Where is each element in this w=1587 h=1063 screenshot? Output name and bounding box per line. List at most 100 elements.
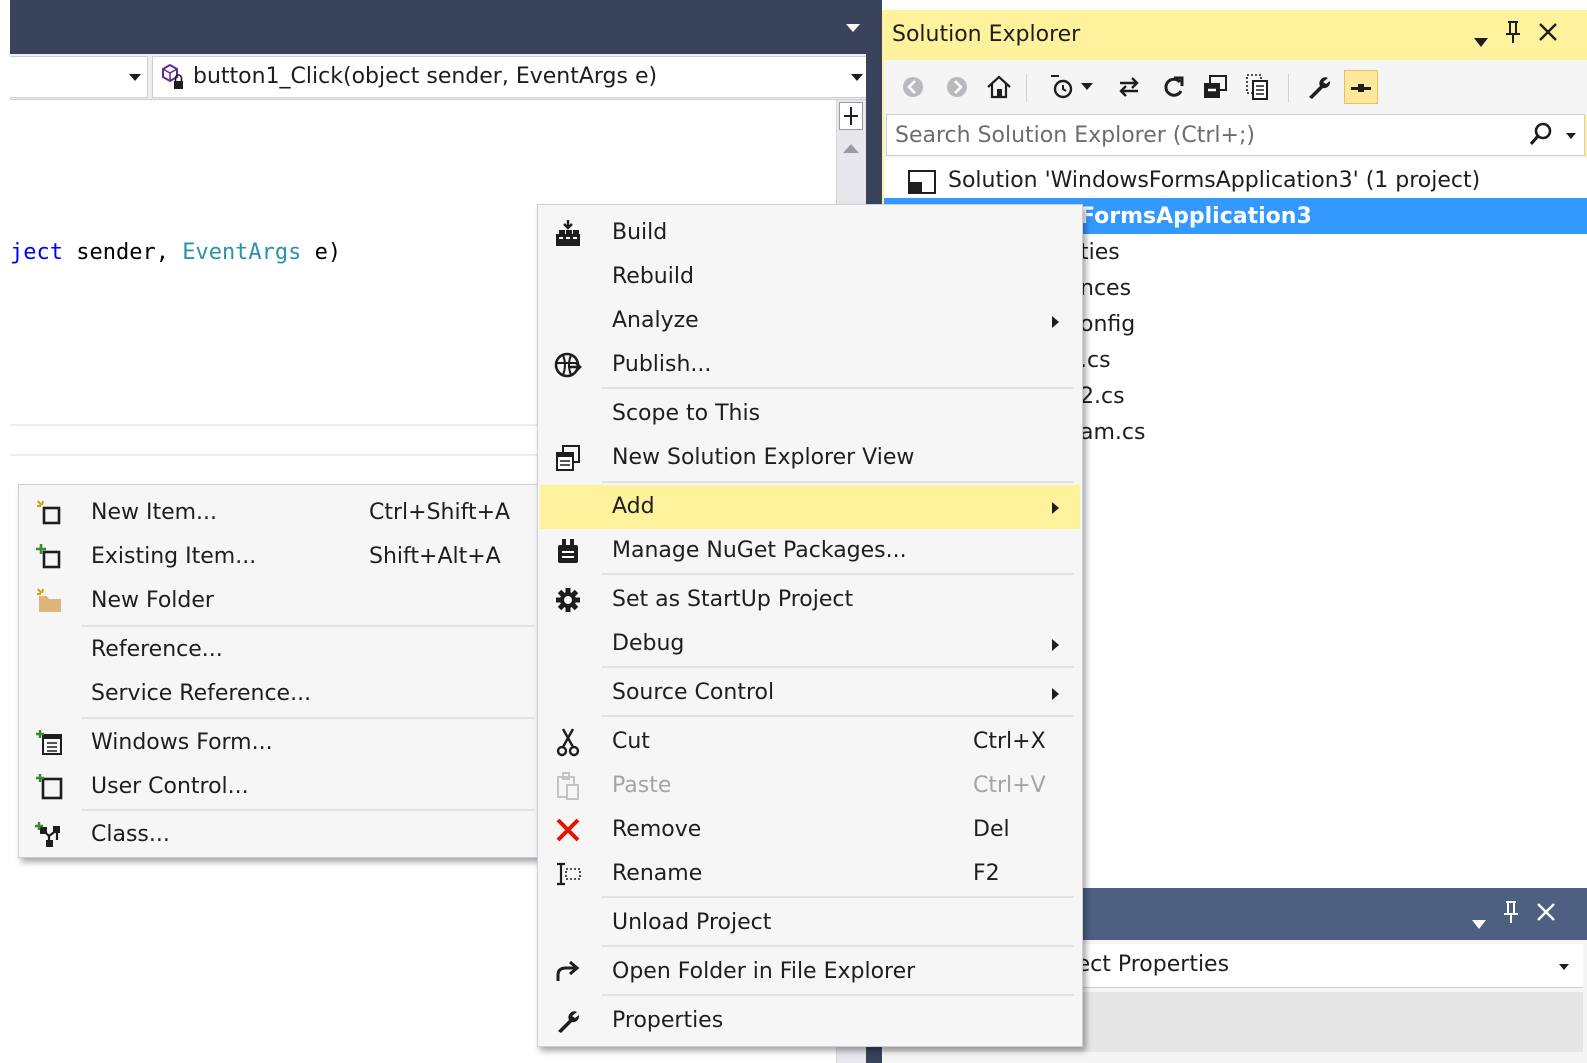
menu-item-shortcut: Del xyxy=(973,817,1010,842)
user-control-icon xyxy=(21,765,77,809)
split-window-button[interactable] xyxy=(839,102,863,130)
pin-icon[interactable] xyxy=(1502,900,1520,930)
menu-item-shortcut: Ctrl+Shift+A xyxy=(369,500,511,525)
menu-item-new-item[interactable]: New Item... Ctrl+Shift+A xyxy=(21,491,540,535)
menu-separator xyxy=(602,715,1074,717)
editor-navigation-bar: button1_Click(object sender, EventArgs e… xyxy=(10,54,872,100)
menu-item-service-reference[interactable]: Service Reference... xyxy=(21,672,540,716)
menu-item-label: Remove xyxy=(612,817,702,842)
tree-item-label: Solution 'WindowsFormsApplication3' (1 p… xyxy=(948,168,1481,193)
show-all-files-icon[interactable] xyxy=(1240,70,1274,104)
pending-changes-filter-icon[interactable] xyxy=(1046,70,1080,104)
close-icon[interactable] xyxy=(1536,900,1556,928)
forward-icon[interactable] xyxy=(940,70,974,104)
tree-item-label: onfig xyxy=(1080,312,1136,337)
scroll-up-icon[interactable] xyxy=(843,144,859,153)
menu-item-open-folder[interactable]: Open Folder in File Explorer xyxy=(540,950,1080,994)
menu-item-label: Unload Project xyxy=(612,910,772,935)
menu-separator xyxy=(81,809,535,811)
sync-icon[interactable] xyxy=(1112,70,1146,104)
menu-item-add[interactable]: Add xyxy=(540,485,1080,529)
menu-item-rename[interactable]: Rename F2 xyxy=(540,852,1080,896)
refresh-icon[interactable] xyxy=(1156,70,1190,104)
menu-item-windows-form[interactable]: Windows Form... xyxy=(21,721,540,765)
menu-item-label: Publish... xyxy=(612,352,712,377)
windows-form-icon xyxy=(21,721,77,765)
menu-item-publish[interactable]: Publish... xyxy=(540,343,1080,387)
menu-item-manage-nuget[interactable]: Manage NuGet Packages... xyxy=(540,529,1080,573)
remove-icon xyxy=(540,808,596,852)
menu-item-cut[interactable]: Cut Ctrl+X xyxy=(540,720,1080,764)
menu-item-paste[interactable]: Paste Ctrl+V xyxy=(540,764,1080,808)
toolbar-separator xyxy=(1026,74,1027,102)
menu-item-existing-item[interactable]: Existing Item... Shift+Alt+A xyxy=(21,535,540,579)
menu-item-label: Cut xyxy=(612,729,650,754)
new-view-icon xyxy=(540,436,596,480)
menu-separator xyxy=(602,896,1074,898)
solution-icon xyxy=(908,170,936,194)
back-icon[interactable] xyxy=(896,70,930,104)
chevron-down-icon[interactable] xyxy=(1559,964,1569,970)
method-icon xyxy=(162,63,183,89)
chevron-down-icon[interactable] xyxy=(851,74,863,81)
search-icon[interactable] xyxy=(1528,121,1554,153)
chevron-down-icon[interactable] xyxy=(1078,70,1096,104)
pin-icon[interactable] xyxy=(1504,20,1522,50)
menu-item-label: Add xyxy=(612,494,655,519)
menu-separator xyxy=(602,573,1074,575)
menu-item-properties[interactable]: Properties xyxy=(540,999,1080,1043)
menu-item-source-control[interactable]: Source Control xyxy=(540,671,1080,715)
menu-item-new-solution-explorer-view[interactable]: New Solution Explorer View xyxy=(540,436,1080,480)
menu-item-scope-to-this[interactable]: Scope to This xyxy=(540,392,1080,436)
menu-item-set-startup[interactable]: Set as StartUp Project xyxy=(540,578,1080,622)
menu-item-reference[interactable]: Reference... xyxy=(21,628,540,672)
menu-item-shortcut: Shift+Alt+A xyxy=(369,544,501,569)
code-text: sender, xyxy=(62,240,183,265)
menu-item-build[interactable]: Build xyxy=(540,211,1080,255)
class-combo[interactable] xyxy=(10,56,148,98)
menu-item-user-control[interactable]: User Control... xyxy=(21,765,540,809)
menu-item-debug[interactable]: Debug xyxy=(540,622,1080,666)
menu-item-analyze[interactable]: Analyze xyxy=(540,299,1080,343)
window-position-icon[interactable] xyxy=(1474,26,1488,54)
menu-item-remove[interactable]: Remove Del xyxy=(540,808,1080,852)
menu-item-new-folder[interactable]: New Folder xyxy=(21,579,540,623)
chevron-down-icon[interactable] xyxy=(129,74,141,81)
menu-separator xyxy=(602,481,1074,483)
window-position-icon[interactable] xyxy=(1472,908,1486,936)
menu-separator xyxy=(602,945,1074,947)
publish-icon xyxy=(540,343,596,387)
preview-selected-icon[interactable] xyxy=(1344,70,1378,104)
rename-icon xyxy=(540,852,596,896)
menu-item-shortcut: F2 xyxy=(973,861,1000,886)
method-combo[interactable]: button1_Click(object sender, EventArgs e… xyxy=(152,56,870,98)
tree-item-label: am.cs xyxy=(1080,420,1146,445)
close-icon[interactable] xyxy=(1538,20,1558,48)
project-context-menu: Build Rebuild Analyze Publish... Scope t… xyxy=(537,204,1083,1047)
new-folder-icon xyxy=(21,579,77,623)
tab-list-dropdown-icon[interactable] xyxy=(846,24,860,32)
tree-item-solution[interactable]: Solution 'WindowsFormsApplication3' (1 p… xyxy=(884,162,1587,198)
code-type: EventArgs xyxy=(182,240,302,265)
new-item-icon xyxy=(21,491,77,535)
menu-item-rebuild[interactable]: Rebuild xyxy=(540,255,1080,299)
code-line: ject sender, EventArgs e) xyxy=(10,240,341,265)
submenu-arrow-icon xyxy=(1052,639,1059,651)
menu-separator xyxy=(81,625,535,627)
wrench-icon xyxy=(540,999,596,1043)
tree-item-label: nces xyxy=(1080,276,1132,301)
menu-item-label: Scope to This xyxy=(612,401,761,426)
collapse-all-icon[interactable] xyxy=(1198,70,1232,104)
menu-item-label: Service Reference... xyxy=(91,681,312,706)
tree-item-label: .cs xyxy=(1080,348,1111,373)
menu-item-unload-project[interactable]: Unload Project xyxy=(540,901,1080,945)
home-icon[interactable] xyxy=(982,70,1016,104)
search-input[interactable]: Search Solution Explorer (Ctrl+;) xyxy=(886,114,1585,156)
search-options-icon[interactable] xyxy=(1566,133,1576,139)
menu-item-label: New Item... xyxy=(91,500,218,525)
menu-item-label: Source Control xyxy=(612,680,775,705)
properties-icon[interactable] xyxy=(1302,70,1336,104)
menu-item-class[interactable]: Class... xyxy=(21,813,540,857)
cut-icon xyxy=(540,720,596,764)
menu-item-label: Existing Item... xyxy=(91,544,257,569)
